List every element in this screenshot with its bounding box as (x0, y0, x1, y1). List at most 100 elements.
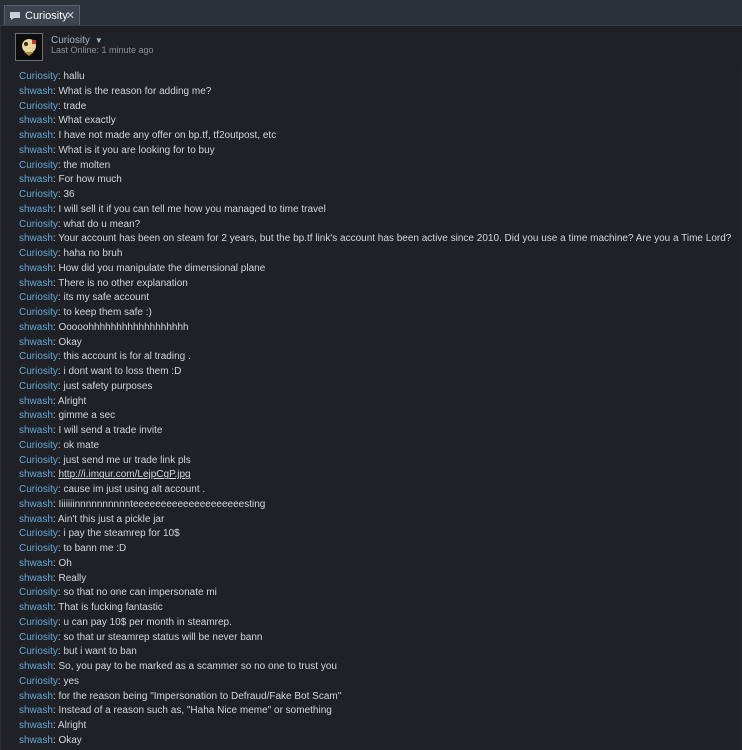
message-author[interactable]: Curiosity (19, 646, 58, 657)
message-text: 36 (63, 189, 75, 200)
message-author[interactable]: Curiosity (19, 219, 58, 230)
message-text: trade (63, 100, 87, 112)
message-text: ok mate (63, 439, 100, 451)
message-text: Okay (58, 336, 82, 348)
message-author[interactable]: Curiosity (19, 71, 58, 82)
message-author[interactable]: Curiosity (19, 351, 58, 362)
chevron-down-icon[interactable]: ▼ (95, 36, 103, 45)
message-author[interactable]: shwash (19, 115, 53, 126)
close-icon[interactable]: ✕ (66, 9, 75, 22)
message-text: to bann me :D (63, 543, 127, 554)
message-link[interactable]: http://i.imgur.com/LejpCgP.jpg (58, 469, 190, 480)
chat-message: shwash: gimme a sec (19, 409, 742, 424)
message-author[interactable]: Curiosity (19, 189, 58, 200)
chat-message: shwash: So, you pay to be marked as a sc… (19, 660, 742, 675)
message-author[interactable]: Curiosity (19, 528, 58, 539)
last-online-status: Last Online: 1 minute ago (51, 45, 154, 55)
message-text: Iiiiiiinnnnnnnnnnteeeeeeeeeeeeeeeeeeeest… (58, 498, 266, 510)
message-text: what do u mean? (63, 218, 141, 230)
message-author[interactable]: shwash (19, 86, 53, 97)
message-author[interactable]: shwash (19, 233, 53, 244)
message-author[interactable]: Curiosity (19, 543, 58, 554)
message-author[interactable]: shwash (19, 499, 53, 510)
avatar[interactable] (15, 33, 43, 61)
message-author[interactable]: shwash (19, 263, 53, 274)
message-author[interactable]: shwash (19, 337, 53, 348)
message-text: i dont want to loss them :D (63, 366, 182, 377)
chat-message: shwash: Ain't this just a pickle jar (19, 513, 742, 528)
message-author[interactable]: Curiosity (19, 292, 58, 303)
chat-message: shwash: Oh (19, 557, 742, 572)
chat-message: Curiosity: its my safe account (19, 291, 742, 306)
message-list: Curiosity: hallu shwash: What is the reas… (19, 70, 742, 749)
chat-message: Curiosity: yes (19, 675, 742, 690)
message-text: Instead of a reason such as, "Haha Nice … (58, 705, 332, 717)
chat-message: Curiosity: ok mate (19, 439, 742, 454)
message-author[interactable]: Curiosity (19, 587, 58, 598)
chat-message: Curiosity: hallu (19, 70, 742, 85)
message-text: to keep them safe :) (63, 307, 152, 318)
message-author[interactable]: shwash (19, 174, 53, 185)
chat-header: Curiosity ▼ Last Online: 1 minute ago (1, 26, 742, 66)
chat-message: shwash: for the reason being "Impersonat… (19, 690, 742, 705)
message-text: the molten (63, 159, 111, 171)
chat-message: shwash: Really (19, 572, 742, 587)
message-author[interactable]: Curiosity (19, 617, 58, 628)
chat-message: Curiosity: the molten (19, 159, 742, 174)
chat-message: shwash: For how much (19, 173, 742, 188)
message-text: but i want to ban (63, 646, 137, 658)
message-author[interactable]: shwash (19, 469, 53, 480)
message-author[interactable]: shwash (19, 691, 53, 702)
chat-message: shwash: Alright (19, 395, 742, 410)
message-text: gimme a sec (58, 410, 116, 422)
message-text: There is no other explanation (58, 277, 188, 289)
message-author[interactable]: Curiosity (19, 632, 58, 643)
message-author[interactable]: shwash (19, 322, 53, 333)
message-author[interactable]: shwash (19, 130, 53, 141)
message-text: I will send a trade invite (58, 425, 163, 436)
message-author[interactable]: shwash (19, 278, 53, 289)
message-author[interactable]: shwash (19, 573, 53, 584)
message-author[interactable]: shwash (19, 410, 53, 421)
message-author[interactable]: Curiosity (19, 440, 58, 451)
message-text: What is it you are looking for to buy (58, 144, 215, 156)
chat-panel: Curiosity ▼ Last Online: 1 minute ago Cu… (0, 26, 742, 750)
chat-message: Curiosity: i dont want to loss them :D (19, 365, 742, 380)
message-author[interactable]: Curiosity (19, 160, 58, 171)
message-author[interactable]: Curiosity (19, 366, 58, 377)
message-author[interactable]: Curiosity (19, 248, 58, 259)
message-text: for the reason being "Impersonation to D… (58, 690, 342, 702)
chat-message: shwash: I have not made any offer on bp.… (19, 129, 742, 144)
tab-curiosity[interactable]: Curiosity ✕ (4, 5, 80, 25)
chat-message: Curiosity: just send me ur trade link pl… (19, 454, 742, 469)
message-text: I will sell it if you can tell me how yo… (58, 203, 326, 215)
message-author[interactable]: Curiosity (19, 101, 58, 112)
message-text: haha no bruh (63, 248, 123, 259)
chat-message: shwash: Alright (19, 719, 742, 734)
message-author[interactable]: Curiosity (19, 676, 58, 687)
message-author[interactable]: shwash (19, 145, 53, 156)
message-author[interactable]: Curiosity (19, 455, 58, 466)
message-text: Alright (57, 720, 87, 731)
chat-message: shwash: What is the reason for adding me… (19, 85, 742, 100)
message-author[interactable]: Curiosity (19, 381, 58, 392)
message-author[interactable]: Curiosity (19, 484, 58, 495)
message-author[interactable]: shwash (19, 661, 53, 672)
chat-message: Curiosity: but i want to ban (19, 645, 742, 660)
message-author[interactable]: shwash (19, 602, 53, 613)
message-text: Ooooohhhhhhhhhhhhhhhhhh (58, 321, 189, 333)
message-author[interactable]: shwash (19, 735, 53, 746)
message-author[interactable]: shwash (19, 425, 53, 436)
message-author[interactable]: shwash (19, 514, 53, 525)
chat-message: shwash: I will sell it if you can tell m… (19, 203, 742, 218)
message-author[interactable]: shwash (19, 705, 53, 716)
message-text: its my safe account (63, 292, 150, 304)
message-author[interactable]: Curiosity (19, 307, 58, 318)
message-author[interactable]: shwash (19, 396, 53, 407)
chat-message: Curiosity: what do u mean? (19, 218, 742, 233)
message-author[interactable]: shwash (19, 204, 53, 215)
message-author[interactable]: shwash (19, 720, 53, 731)
message-author[interactable]: shwash (19, 558, 53, 569)
chat-message: Curiosity: cause im just using alt accou… (19, 483, 742, 498)
chat-message: shwash: That is fucking fantastic (19, 601, 742, 616)
